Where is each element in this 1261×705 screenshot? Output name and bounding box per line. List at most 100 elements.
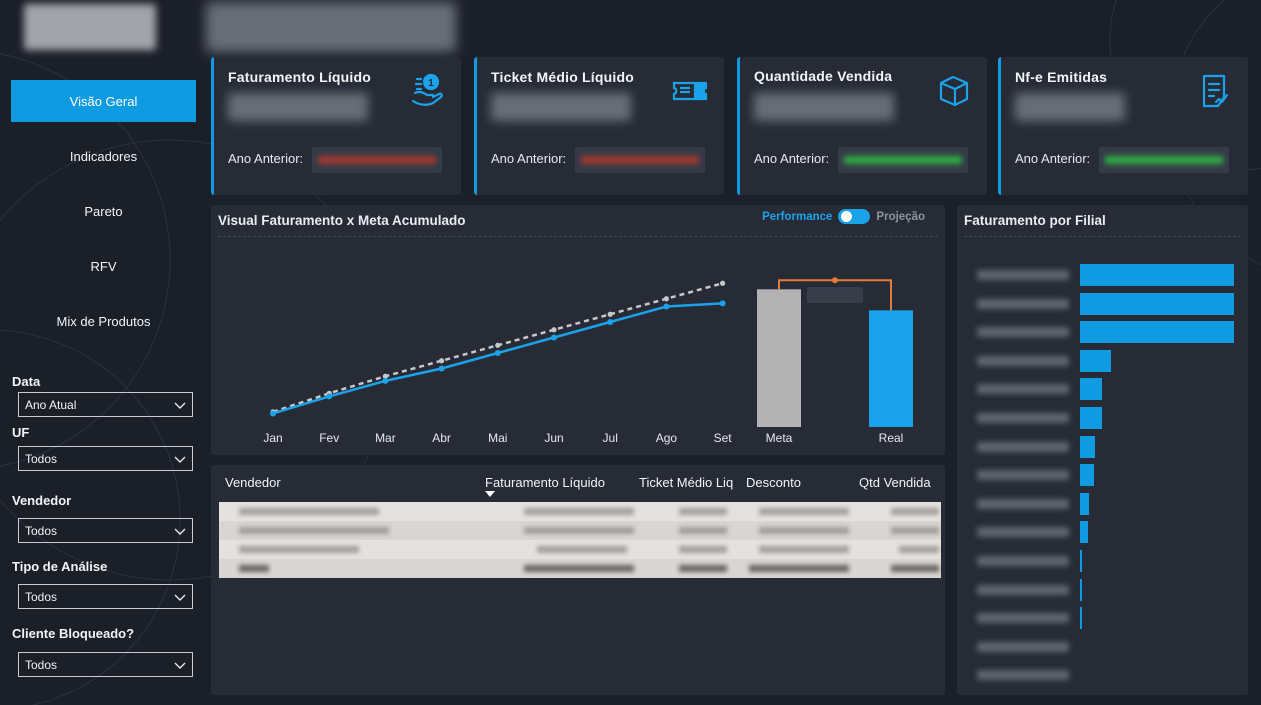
table-header-desconto[interactable]: Desconto (746, 475, 801, 490)
filial-row[interactable] (957, 321, 1248, 344)
report-title (206, 2, 456, 52)
document-icon (1202, 74, 1229, 108)
filial-row[interactable] (957, 378, 1248, 401)
meta-point (551, 327, 557, 333)
real-point (663, 303, 670, 310)
x-axis-label: Jan (263, 431, 282, 445)
nav-item-visao-geral[interactable]: Visão Geral (11, 80, 196, 122)
table-header-vendedor[interactable]: Vendedor (225, 475, 281, 490)
filial-label (977, 670, 1069, 681)
money-hand-icon: 1 (411, 73, 443, 106)
meta-point (720, 280, 726, 286)
real-point (438, 365, 445, 372)
filter-label-uf: UF (12, 425, 30, 440)
meta-point (495, 342, 501, 348)
filter-select-tipo-de-analise[interactable]: Todos (18, 584, 193, 609)
meta-bar (757, 289, 801, 427)
table-row[interactable] (219, 540, 941, 559)
filial-bar[interactable] (1080, 607, 1082, 630)
filter-select-uf[interactable]: Todos (18, 446, 193, 471)
real-point (607, 319, 614, 325)
x-axis-label: Set (714, 431, 733, 445)
real-point (494, 350, 501, 356)
filial-row[interactable] (957, 435, 1248, 458)
filial-bar[interactable] (1080, 550, 1082, 572)
filial-row[interactable] (957, 349, 1248, 372)
variance-label (807, 287, 863, 303)
filial-label (977, 498, 1069, 509)
kpi-prev-value (312, 147, 442, 173)
kpi-prev-value (575, 147, 705, 173)
svg-text:1: 1 (428, 78, 434, 89)
filter-label-vendedor: Vendedor (12, 493, 72, 508)
filial-row[interactable] (957, 292, 1248, 315)
nav-item-mix-de-produtos[interactable]: Mix de Produtos (11, 300, 196, 342)
filial-row[interactable] (957, 578, 1248, 601)
kpi-title: Quantidade Vendida (754, 68, 893, 84)
filial-label (977, 470, 1069, 481)
table-header-qtd-vendida[interactable]: Qtd Vendida (859, 475, 931, 490)
meta-point (439, 358, 445, 364)
vendedor-table: Vendedor Faturamento Líquido Ticket Médi… (211, 465, 945, 695)
filial-bar[interactable] (1080, 264, 1234, 286)
filial-label (977, 384, 1069, 395)
filial-row[interactable] (957, 464, 1248, 487)
real-series-line (272, 302, 723, 415)
filter-label-cliente-bloqueado: Cliente Bloqueado? (12, 626, 135, 641)
kpi-prev-label: Ano Anterior: (754, 151, 830, 166)
filial-row[interactable] (957, 407, 1248, 429)
filial-label (977, 298, 1069, 309)
filial-chart-title: Faturamento por Filial (964, 213, 1106, 228)
filter-select-data[interactable]: Ano Atual (18, 392, 193, 417)
filial-row[interactable] (957, 492, 1248, 515)
filial-bar[interactable] (1080, 407, 1102, 429)
table-body (219, 502, 941, 578)
kpi-value (754, 93, 894, 121)
filial-row[interactable] (957, 664, 1248, 686)
filter-select-cliente-bloqueado[interactable]: Todos (18, 652, 193, 677)
kpi-value (228, 93, 368, 121)
filial-row[interactable] (957, 607, 1248, 630)
table-header-ticket-medio[interactable]: Ticket Médio Liq (639, 475, 733, 490)
filial-bar[interactable] (1080, 578, 1082, 601)
filter-select-vendedor[interactable]: Todos (18, 518, 193, 543)
filter-value-vendedor: Todos (25, 523, 58, 538)
nav-item-pareto[interactable]: Pareto (11, 190, 196, 232)
filial-bar[interactable] (1080, 321, 1234, 344)
filial-row[interactable] (957, 264, 1248, 286)
x-axis-label: Ago (656, 431, 678, 445)
box-icon (939, 75, 969, 107)
meta-line-chart: Jan Fev Mar Abr Mai Jun Jul Ago Set Meta Real (263, 277, 913, 445)
filial-bar[interactable] (1080, 492, 1090, 515)
filial-row[interactable] (957, 521, 1248, 544)
filial-bar[interactable] (1080, 464, 1094, 487)
sort-desc-icon (485, 491, 495, 497)
filial-bar[interactable] (1080, 349, 1111, 372)
real-point (551, 334, 557, 341)
filial-bar[interactable] (1080, 435, 1096, 458)
filial-row[interactable] (957, 550, 1248, 572)
filial-row[interactable] (957, 636, 1248, 658)
filial-bar[interactable] (1080, 378, 1102, 401)
chevron-down-icon (174, 402, 186, 409)
sidebar-nav: Visão Geral Indicadores Pareto RFV Mix d… (11, 80, 196, 355)
real-point (270, 410, 276, 417)
filial-label (977, 327, 1069, 338)
x-axis-label: Abr (432, 431, 451, 445)
filial-label (977, 441, 1069, 452)
nav-item-indicadores[interactable]: Indicadores (11, 135, 196, 177)
table-row[interactable] (219, 502, 941, 521)
table-row[interactable] (219, 521, 941, 540)
table-header-faturamento[interactable]: Faturamento Líquido (485, 475, 605, 490)
filial-bar[interactable] (1080, 521, 1088, 544)
chevron-down-icon (174, 594, 186, 601)
filial-label (977, 613, 1069, 624)
filial-label (977, 355, 1069, 366)
x-axis-label: Mar (375, 431, 396, 445)
ticket-icon (672, 81, 708, 101)
nav-item-rfv[interactable]: RFV (11, 245, 196, 287)
meta-point (607, 311, 613, 317)
filial-bar[interactable] (1080, 292, 1234, 315)
meta-point (663, 296, 669, 302)
real-point (382, 377, 389, 384)
